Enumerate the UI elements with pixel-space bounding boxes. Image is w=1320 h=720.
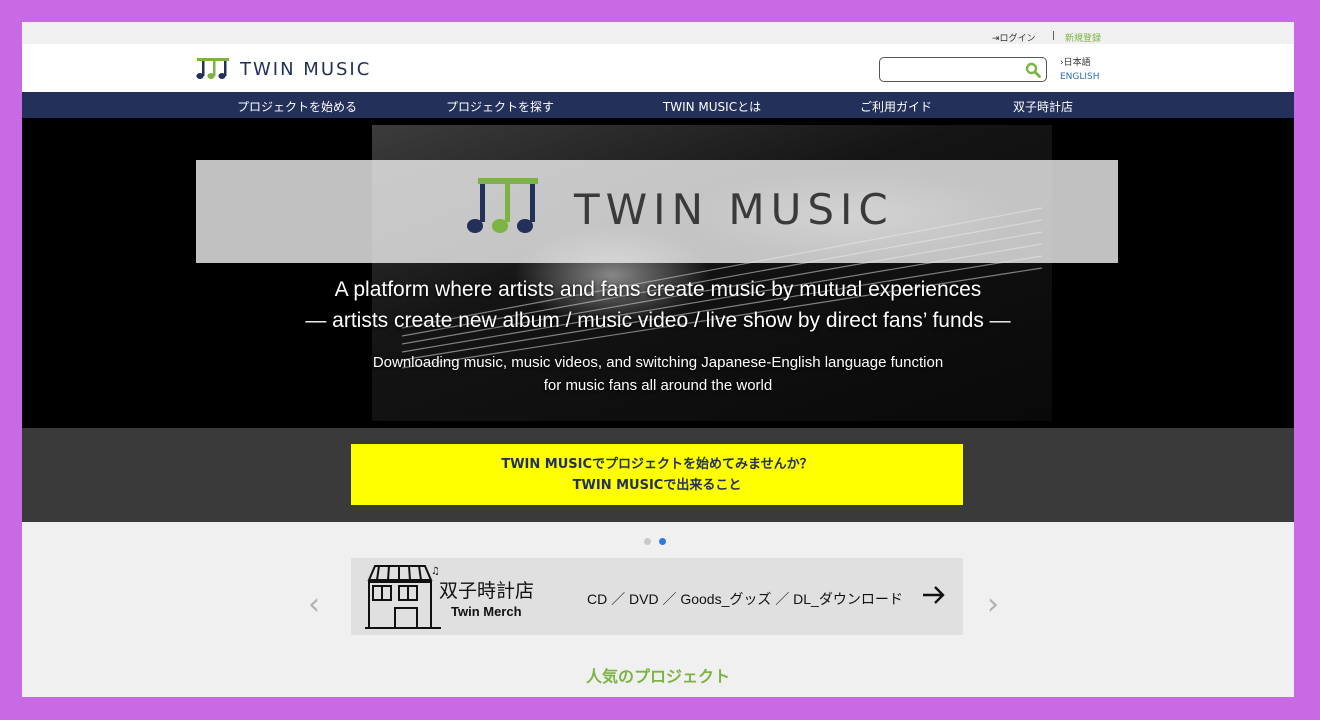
header: TWIN MUSIC ›日本語 ENGLISH xyxy=(22,44,1294,92)
lang-japanese-link[interactable]: ›日本語 xyxy=(1060,56,1100,70)
carousel-dots xyxy=(644,538,666,545)
carousel-next-icon[interactable]: › xyxy=(987,587,999,622)
nav-start-project[interactable]: プロジェクトを始める xyxy=(237,98,357,115)
hero-slide[interactable]: TWIN MUSIC A platform where artists and … xyxy=(22,118,1294,428)
twin-merch-banner[interactable]: ♫ 双子時計店 Twin Merch CD ／ DVD ／ Goods_グッズ … xyxy=(351,558,963,635)
hero-logo: TWIN MUSIC xyxy=(466,178,894,240)
carousel-dot[interactable] xyxy=(644,538,651,545)
nav-twin-merch[interactable]: 双子時計店 xyxy=(1013,98,1073,115)
hero-logo-banner: TWIN MUSIC xyxy=(196,160,1118,263)
nav-guide[interactable]: ご利用ガイド xyxy=(860,98,932,115)
carousel-prev-icon[interactable]: ‹ xyxy=(308,587,320,622)
nav-about[interactable]: TWIN MUSICとは xyxy=(663,98,761,115)
login-link[interactable]: ⇥ログイン xyxy=(992,31,1036,44)
page: ⇥ログイン | 新規登録 TWIN MUSIC ›日本語 ENGLISH プロジ… xyxy=(22,22,1294,697)
cta-line-2: TWIN MUSICで出来ること xyxy=(572,478,742,493)
brand-wordmark: TWIN MUSIC xyxy=(240,58,372,80)
nav-find-project[interactable]: プロジェクトを探す xyxy=(446,98,554,115)
main-nav: プロジェクトを始める プロジェクトを探す TWIN MUSICとは ご利用ガイド… xyxy=(22,92,1294,118)
cta-line-1: TWIN MUSICでプロジェクトを始めてみませんか？ xyxy=(501,457,813,472)
notes-logo-icon xyxy=(196,58,229,79)
svg-text:♫: ♫ xyxy=(431,566,440,577)
search-input[interactable] xyxy=(880,58,1020,81)
hero-feature-text-2: for music fans all around the world xyxy=(543,377,773,394)
hero-feature-text: Downloading music, music videos, and swi… xyxy=(372,354,944,371)
utility-bar: ⇥ログイン | 新規登録 xyxy=(22,22,1294,44)
search-icon[interactable] xyxy=(1025,62,1041,78)
start-project-cta-button[interactable]: TWIN MUSICでプロジェクトを始めてみませんか？ TWIN MUSICで出… xyxy=(351,444,963,505)
login-label: ログイン xyxy=(999,34,1036,44)
site-logo[interactable]: TWIN MUSIC xyxy=(196,54,371,84)
arrow-right-icon[interactable] xyxy=(921,582,947,608)
shop-building-icon: ♫ xyxy=(365,564,441,629)
language-switcher: ›日本語 ENGLISH xyxy=(1060,56,1100,84)
hero-subtagline: — artists create new album / music video… xyxy=(305,309,1011,332)
util-separator: | xyxy=(1052,31,1056,41)
shop-subtitle: Twin Merch xyxy=(451,604,522,619)
notes-logo-icon xyxy=(467,178,538,233)
search-box xyxy=(879,57,1047,82)
signup-link[interactable]: 新規登録 xyxy=(1065,31,1101,44)
merch-categories: CD ／ DVD ／ Goods_グッズ ／ DL_ダウンロード xyxy=(587,591,903,607)
cta-band: TWIN MUSICでプロジェクトを始めてみませんか？ TWIN MUSICで出… xyxy=(22,428,1294,522)
lang-english-link[interactable]: ENGLISH xyxy=(1060,70,1100,84)
shop-name: 双子時計店 xyxy=(439,580,535,602)
hero-brand-wordmark: TWIN MUSIC xyxy=(574,184,894,234)
popular-projects-heading: 人気のプロジェクト xyxy=(585,667,730,686)
carousel-dot-active[interactable] xyxy=(659,538,666,545)
hero-tagline: A platform where artists and fans create… xyxy=(334,278,982,301)
